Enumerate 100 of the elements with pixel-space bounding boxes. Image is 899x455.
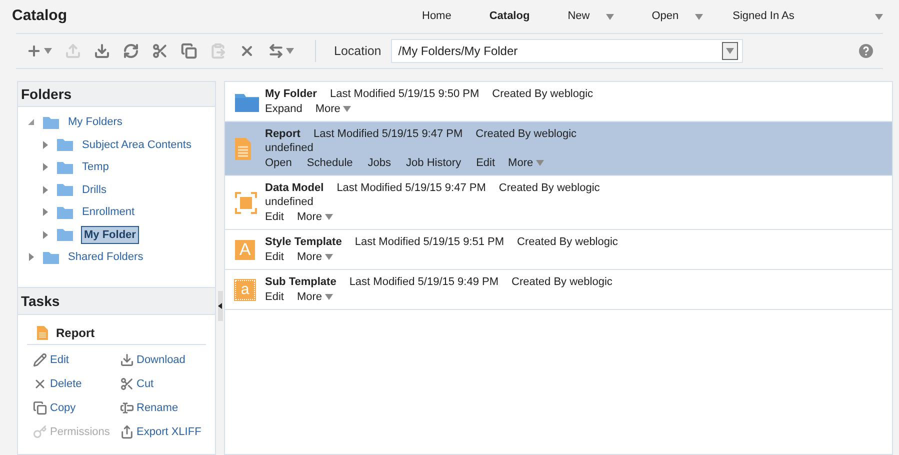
folder-tree-item[interactable]: Drills (81, 182, 108, 198)
created-by-text: Created By weblogic (498, 181, 600, 195)
caret-icon (726, 48, 734, 54)
toolbar-button[interactable] (268, 43, 294, 59)
plus-icon (26, 43, 42, 59)
more-link[interactable]: More (296, 290, 334, 304)
close-icon (239, 43, 255, 59)
created-by-text: Created By weblogic (476, 127, 577, 141)
folder-tree-item[interactable]: Enrollment (81, 204, 136, 220)
toolbar-button[interactable] (152, 43, 168, 59)
folder-icon (57, 160, 73, 174)
task-link[interactable]: Copy (33, 399, 120, 417)
item-action-link[interactable]: Edit (265, 210, 284, 224)
splitter-handle[interactable] (218, 291, 222, 321)
item-description: undefined (265, 195, 314, 209)
task-link[interactable]: Rename (120, 399, 206, 417)
toolbar-button[interactable] (239, 43, 255, 59)
location-field[interactable]: /My Folders/My Folder (391, 39, 744, 63)
item-action-link[interactable]: Job History (406, 156, 462, 170)
caret-icon (44, 48, 52, 54)
nav-link[interactable]: Open (652, 8, 703, 25)
help-icon[interactable] (859, 44, 873, 58)
caret-icon (606, 14, 614, 20)
item-action-link[interactable]: Schedule (306, 156, 353, 170)
expand-icon[interactable] (41, 208, 49, 216)
expand-icon[interactable] (41, 140, 49, 149)
more-link[interactable]: More (296, 250, 334, 264)
toolbar-button[interactable] (181, 43, 197, 59)
item-action-link[interactable]: Edit (265, 290, 284, 304)
expand-icon[interactable] (27, 253, 35, 262)
toolbar-button[interactable] (26, 43, 52, 59)
caret-icon (286, 48, 294, 54)
item-name[interactable]: Style Template (265, 235, 342, 249)
item-action-link[interactable]: Expand (265, 102, 302, 116)
paste-icon (210, 43, 226, 59)
caret-icon (875, 14, 883, 20)
item-action-link[interactable]: Open (265, 156, 292, 170)
last-modified-text: Last Modified 5/19/15 9:50 PM (330, 87, 480, 101)
rename-icon (120, 401, 134, 415)
folder-tree-item[interactable]: Temp (81, 159, 110, 176)
folder-tree-item[interactable]: Shared Folders (67, 249, 144, 266)
item-action-link[interactable]: Jobs (368, 156, 392, 170)
folder-icon (43, 250, 59, 264)
nav-link[interactable]: Signed In As (732, 8, 887, 25)
created-by-text: Created By weblogic (492, 87, 594, 101)
scissors-icon (152, 43, 168, 59)
folder-icon (43, 116, 59, 129)
upload-icon (65, 43, 81, 59)
copy-icon (181, 43, 197, 59)
created-by-text: Created By weblogic (512, 275, 612, 289)
document-icon (37, 326, 48, 340)
panel-title: Folders (21, 84, 72, 104)
caret-icon (536, 160, 544, 166)
dropdown-button[interactable] (722, 42, 738, 60)
task-link[interactable]: Delete (33, 375, 120, 393)
last-modified-text: Last Modified 5/19/15 9:49 PM (349, 275, 499, 289)
toolbar-button[interactable] (94, 43, 110, 59)
more-link[interactable]: More (296, 210, 334, 224)
page-title: Catalog (12, 6, 68, 26)
folder-tree-item[interactable]: Subject Area Contents (81, 136, 192, 153)
last-modified-text: Last Modified 5/19/15 9:47 PM (336, 181, 486, 195)
location-label: Location (334, 42, 382, 60)
item-action-link[interactable]: Edit (265, 250, 284, 264)
folder-tree-item[interactable]: My Folder (81, 226, 139, 244)
last-modified-text: Last Modified 5/19/15 9:47 PM (313, 127, 463, 141)
toolbar-button[interactable] (123, 43, 139, 59)
folder-icon (57, 206, 73, 219)
task-link[interactable]: Cut (120, 375, 206, 393)
scissors-icon (120, 377, 134, 391)
last-modified-text: Last Modified 5/19/15 9:51 PM (354, 235, 504, 249)
item-name[interactable]: Sub Template (265, 275, 336, 289)
pencil-icon (33, 353, 47, 367)
download-icon (120, 353, 134, 367)
task-link[interactable]: Download (120, 351, 206, 369)
expand-icon[interactable] (41, 230, 49, 239)
expand-icon[interactable] (41, 163, 49, 172)
nav-link[interactable]: Home (422, 8, 452, 25)
catalog-item-row[interactable]: Report Last Modified 5/19/15 9:47 PM Created By weblogic undefined Open Schedule Jobs Job History Edit More (225, 122, 892, 176)
task-link[interactable]: Export XLIFF (120, 423, 206, 441)
more-link[interactable]: More (508, 156, 544, 170)
caret-icon (325, 214, 334, 220)
caret-icon (325, 294, 334, 300)
item-name[interactable]: Data Model (265, 181, 324, 195)
caret-icon (325, 254, 334, 260)
panel-title: Tasks (21, 292, 60, 310)
key-icon (33, 425, 47, 439)
item-name[interactable]: Report (265, 127, 300, 141)
nav-link[interactable]: Catalog (489, 8, 530, 25)
expand-icon[interactable] (41, 186, 49, 194)
task-link[interactable]: Edit (33, 351, 120, 369)
selected-item-name: Report (56, 324, 95, 342)
caret-icon (694, 14, 703, 20)
folder-tree-item[interactable]: My Folders (67, 114, 124, 130)
sub-template-icon: a (235, 280, 255, 300)
item-description: undefined (265, 141, 314, 155)
nav-link[interactable]: New (568, 8, 614, 25)
item-action-link[interactable]: Edit (476, 156, 496, 170)
collapse-icon[interactable] (27, 118, 35, 126)
more-link[interactable]: More (315, 102, 352, 116)
item-name[interactable]: My Folder (265, 87, 317, 101)
